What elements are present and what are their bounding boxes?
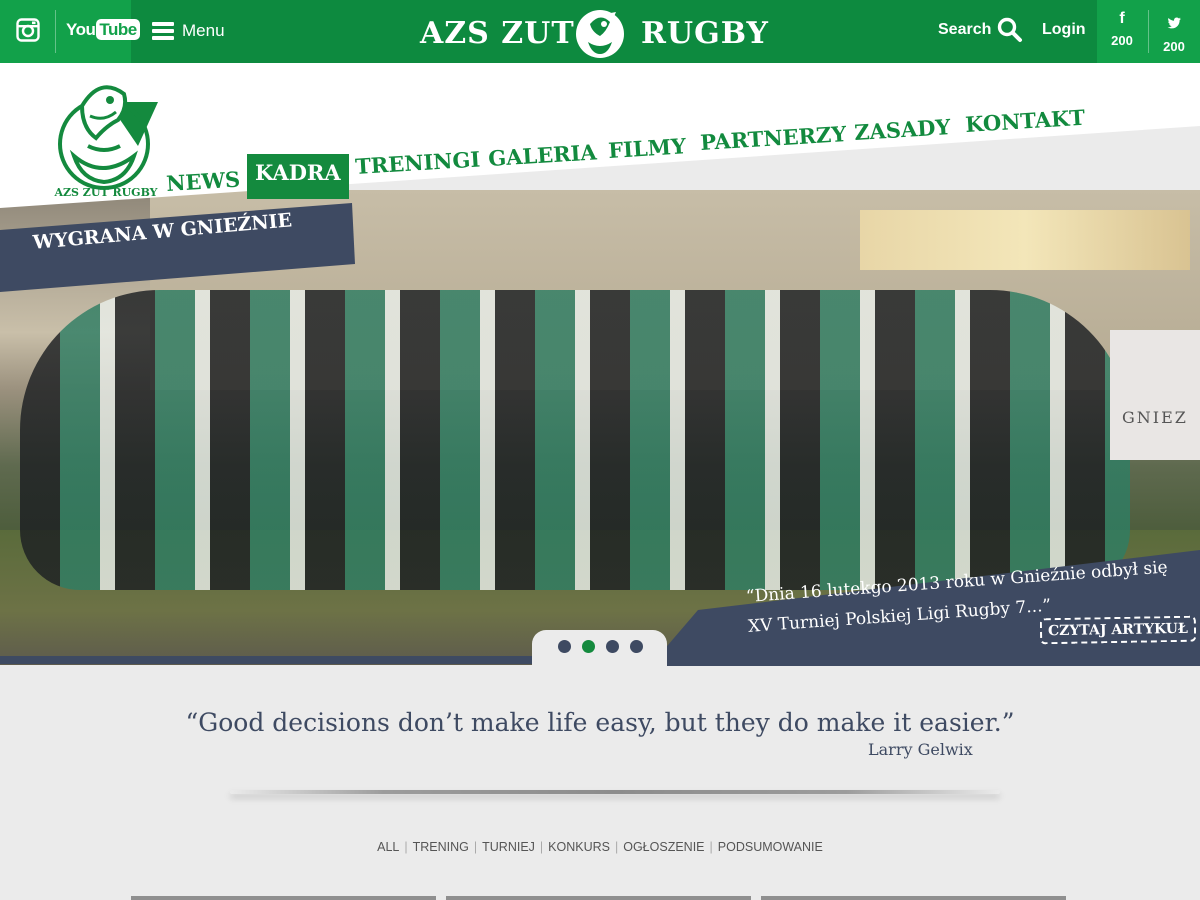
article-thumbnail[interactable]: [761, 896, 1066, 900]
youtube-icon[interactable]: You Tube: [66, 19, 140, 40]
site-brand[interactable]: AZS ZUT RUGBY: [420, 4, 768, 60]
facebook-counter[interactable]: f 200: [1097, 10, 1147, 50]
social-links-left: You Tube: [0, 0, 140, 63]
menu-label: Menu: [182, 21, 225, 40]
filter-trening[interactable]: TRENING: [413, 840, 469, 854]
search-button[interactable]: Search: [938, 17, 1023, 43]
filter-separator: |: [614, 840, 619, 854]
eagle-logo-icon: [576, 10, 624, 58]
category-filters: ALL | TRENING | TURNIEJ | KONKURS | OGŁOSZENIE | P…: [0, 840, 1200, 854]
slider-dot-4[interactable]: [630, 640, 643, 653]
slider-dot-3[interactable]: [606, 640, 619, 653]
club-logo-text: AZS ZUT RUGBY: [53, 186, 157, 199]
club-logo[interactable]: AZS ZUT RUGBY: [52, 76, 162, 200]
filter-turniej[interactable]: TURNIEJ: [482, 840, 535, 854]
filter-separator: |: [709, 840, 713, 854]
brand-text-left: AZS ZUT: [420, 16, 575, 51]
facebook-count: 200: [1111, 33, 1133, 48]
twitter-counter[interactable]: 200: [1149, 10, 1199, 56]
slider-dot-1[interactable]: [558, 640, 571, 653]
social-divider: [55, 10, 56, 53]
article-thumbnail[interactable]: [446, 896, 751, 900]
quote-text: “Good decisions don’t make life easy, bu…: [185, 708, 1015, 737]
login-link[interactable]: Login: [1042, 21, 1086, 39]
search-label: Search: [938, 21, 992, 38]
article-thumbnail[interactable]: [131, 896, 436, 900]
brand-text-right: RUGBY: [641, 16, 769, 51]
facebook-icon: f: [1119, 10, 1125, 27]
filter-all[interactable]: ALL: [377, 840, 399, 854]
filter-separator: |: [404, 840, 408, 854]
read-article-button[interactable]: CZYTAJ ARTYKUŁ: [1039, 615, 1197, 645]
top-bar: You Tube Menu AZS ZUT RUGBY Search Login …: [0, 0, 1200, 63]
menu-button[interactable]: Menu: [152, 17, 225, 45]
photo-banner: [1110, 330, 1200, 460]
instagram-icon[interactable]: [16, 18, 40, 42]
hamburger-icon: [152, 22, 174, 40]
search-icon: [998, 17, 1023, 42]
slider-dot-2[interactable]: [582, 640, 595, 653]
filter-separator: |: [539, 840, 544, 854]
filter-separator: |: [473, 840, 478, 854]
quote-divider: [230, 790, 1000, 794]
photo-banner-text: GNIEZ: [1122, 408, 1188, 427]
twitter-count: 200: [1163, 39, 1185, 54]
filter-podsumowanie[interactable]: PODSUMOWANIE: [718, 840, 823, 854]
quote-author: Larry Gelwix: [868, 740, 973, 759]
slider-dots-tab: [532, 630, 667, 668]
photo-team: [20, 290, 1130, 590]
social-counters: f 200 200: [1097, 0, 1200, 63]
nav-kadra[interactable]: KADRA: [247, 154, 349, 199]
filter-konkurs[interactable]: KONKURS: [548, 840, 610, 854]
nav-filmy[interactable]: FILMY: [607, 133, 686, 163]
twitter-icon: [1167, 17, 1181, 29]
nav-news[interactable]: NEWS: [165, 167, 240, 196]
filter-ogloszenie[interactable]: OGŁOSZENIE: [623, 840, 704, 854]
